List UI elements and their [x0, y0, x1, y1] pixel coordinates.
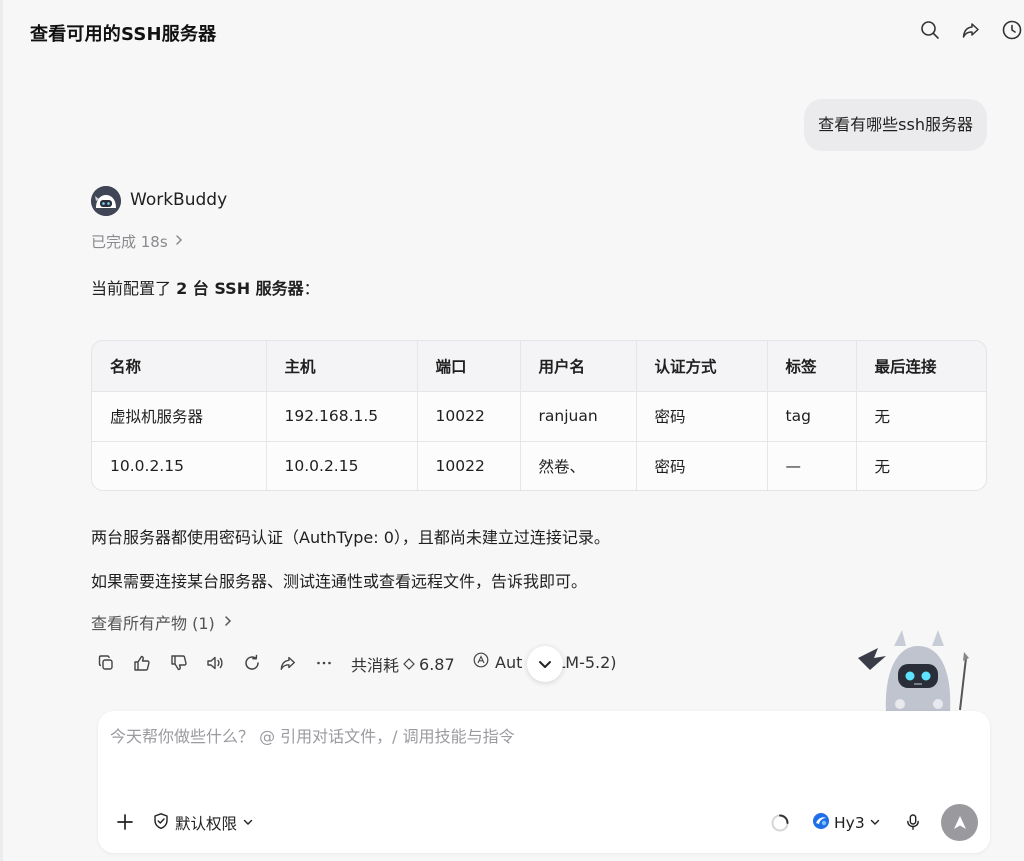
model-label: Hy3 [834, 814, 865, 832]
usage-info: 共消耗 6.87 [351, 652, 455, 676]
table-cell: — [767, 441, 857, 490]
message-composer: 默认权限 Hy3 [98, 711, 990, 853]
status-text: 已完成 18s [91, 233, 168, 251]
chevron-right-icon [172, 233, 186, 251]
usage-label: 共消耗 [351, 656, 400, 675]
table-cell: 无 [856, 441, 986, 490]
shield-check-icon [152, 812, 170, 834]
add-icon[interactable] [114, 811, 136, 833]
table-cell: 10.0.2.15 [266, 441, 418, 490]
completion-status[interactable]: 已完成 18s [91, 231, 186, 252]
search-icon[interactable] [919, 19, 941, 41]
retry-icon[interactable] [241, 650, 263, 676]
more-icon[interactable] [313, 650, 335, 676]
followup-text: 如果需要连接某台服务器、测试连通性或查看远程文件，告诉我即可。 [91, 572, 588, 591]
column-header-auth: 认证方式 [636, 341, 768, 392]
column-header-host: 主机 [266, 341, 418, 392]
thumbs-down-icon[interactable] [168, 650, 190, 676]
header: 查看可用的SSH服务器 [0, 0, 1024, 64]
scroll-down-button[interactable] [527, 646, 563, 682]
intro-text: 当前配置了 2 台 SSH 服务器： [91, 275, 320, 299]
intro-post: ： [303, 279, 320, 298]
table-cell: 密码 [636, 441, 768, 490]
share-icon[interactable] [277, 650, 299, 676]
diamond-icon [403, 655, 415, 674]
table-row: 虚拟机服务器 192.168.1.5 10022 ranjuan 密码 tag … [92, 391, 986, 442]
table-row: 10.0.2.15 10.0.2.15 10022 然卷、 密码 — 无 [92, 441, 986, 490]
user-message-bubble: 查看有哪些ssh服务器 [804, 99, 987, 151]
model-info-left: Aut [495, 652, 523, 672]
table-header-row: 名称 主机 端口 用户名 认证方式 标签 最后连接 [92, 341, 986, 392]
chevron-right-icon [221, 613, 235, 632]
model-logo-icon [812, 812, 830, 834]
loading-spinner-icon [768, 811, 792, 835]
copy-icon[interactable] [95, 650, 117, 676]
send-button[interactable] [941, 804, 978, 841]
chevron-down-icon [242, 814, 254, 832]
table-cell: 密码 [636, 391, 768, 442]
table-cell: 然卷、 [520, 441, 637, 490]
usage-value: 6.87 [419, 654, 455, 674]
intro-bold: 2 台 SSH 服务器 [176, 279, 304, 298]
send-arrow-icon [953, 815, 966, 829]
column-header-name: 名称 [92, 341, 267, 392]
table-cell: 虚拟机服务器 [92, 391, 267, 442]
table-cell: 10022 [417, 441, 521, 490]
table-cell: 10022 [417, 391, 521, 442]
microphone-icon[interactable] [902, 811, 924, 833]
avatar [91, 186, 121, 216]
permission-dropdown[interactable]: 默认权限 [152, 812, 254, 834]
mascot-illustration [856, 628, 976, 712]
chevron-down-icon [539, 661, 551, 668]
page-title: 查看可用的SSH服务器 [30, 24, 217, 45]
message-input[interactable] [110, 727, 970, 746]
artifacts-label: 查看所有产物 (1) [91, 614, 215, 633]
intro-pre: 当前配置了 [91, 279, 177, 298]
window-edge [0, 0, 3, 861]
history-icon[interactable] [1001, 19, 1023, 41]
agent-name: WorkBuddy [130, 190, 228, 210]
server-table: 名称 主机 端口 用户名 认证方式 标签 最后连接 虚拟机服务器 192.168… [91, 340, 987, 491]
table-cell: 无 [856, 391, 986, 442]
summary-text: 两台服务器都使用密码认证（AuthType: 0），且都尚未建立过连接记录。 [91, 528, 610, 547]
column-header-username: 用户名 [520, 341, 637, 392]
share-icon[interactable] [960, 19, 982, 41]
column-header-tag: 标签 [767, 341, 857, 392]
table-cell: 192.168.1.5 [266, 391, 418, 442]
table-cell: 10.0.2.15 [92, 441, 267, 490]
model-selector[interactable]: Hy3 [812, 812, 881, 834]
thumbs-up-icon[interactable] [131, 650, 153, 676]
table-cell: tag [767, 391, 857, 442]
speaker-icon[interactable] [204, 650, 226, 676]
table-cell: ranjuan [520, 391, 637, 442]
view-artifacts-link[interactable]: 查看所有产物 (1) [91, 610, 235, 634]
column-header-last-connect: 最后连接 [856, 341, 986, 392]
permission-label: 默认权限 [175, 815, 238, 833]
auto-model-icon [473, 652, 489, 672]
chevron-down-icon [869, 814, 881, 832]
column-header-port: 端口 [417, 341, 521, 392]
model-info-right: LM-5.2) [556, 652, 617, 672]
